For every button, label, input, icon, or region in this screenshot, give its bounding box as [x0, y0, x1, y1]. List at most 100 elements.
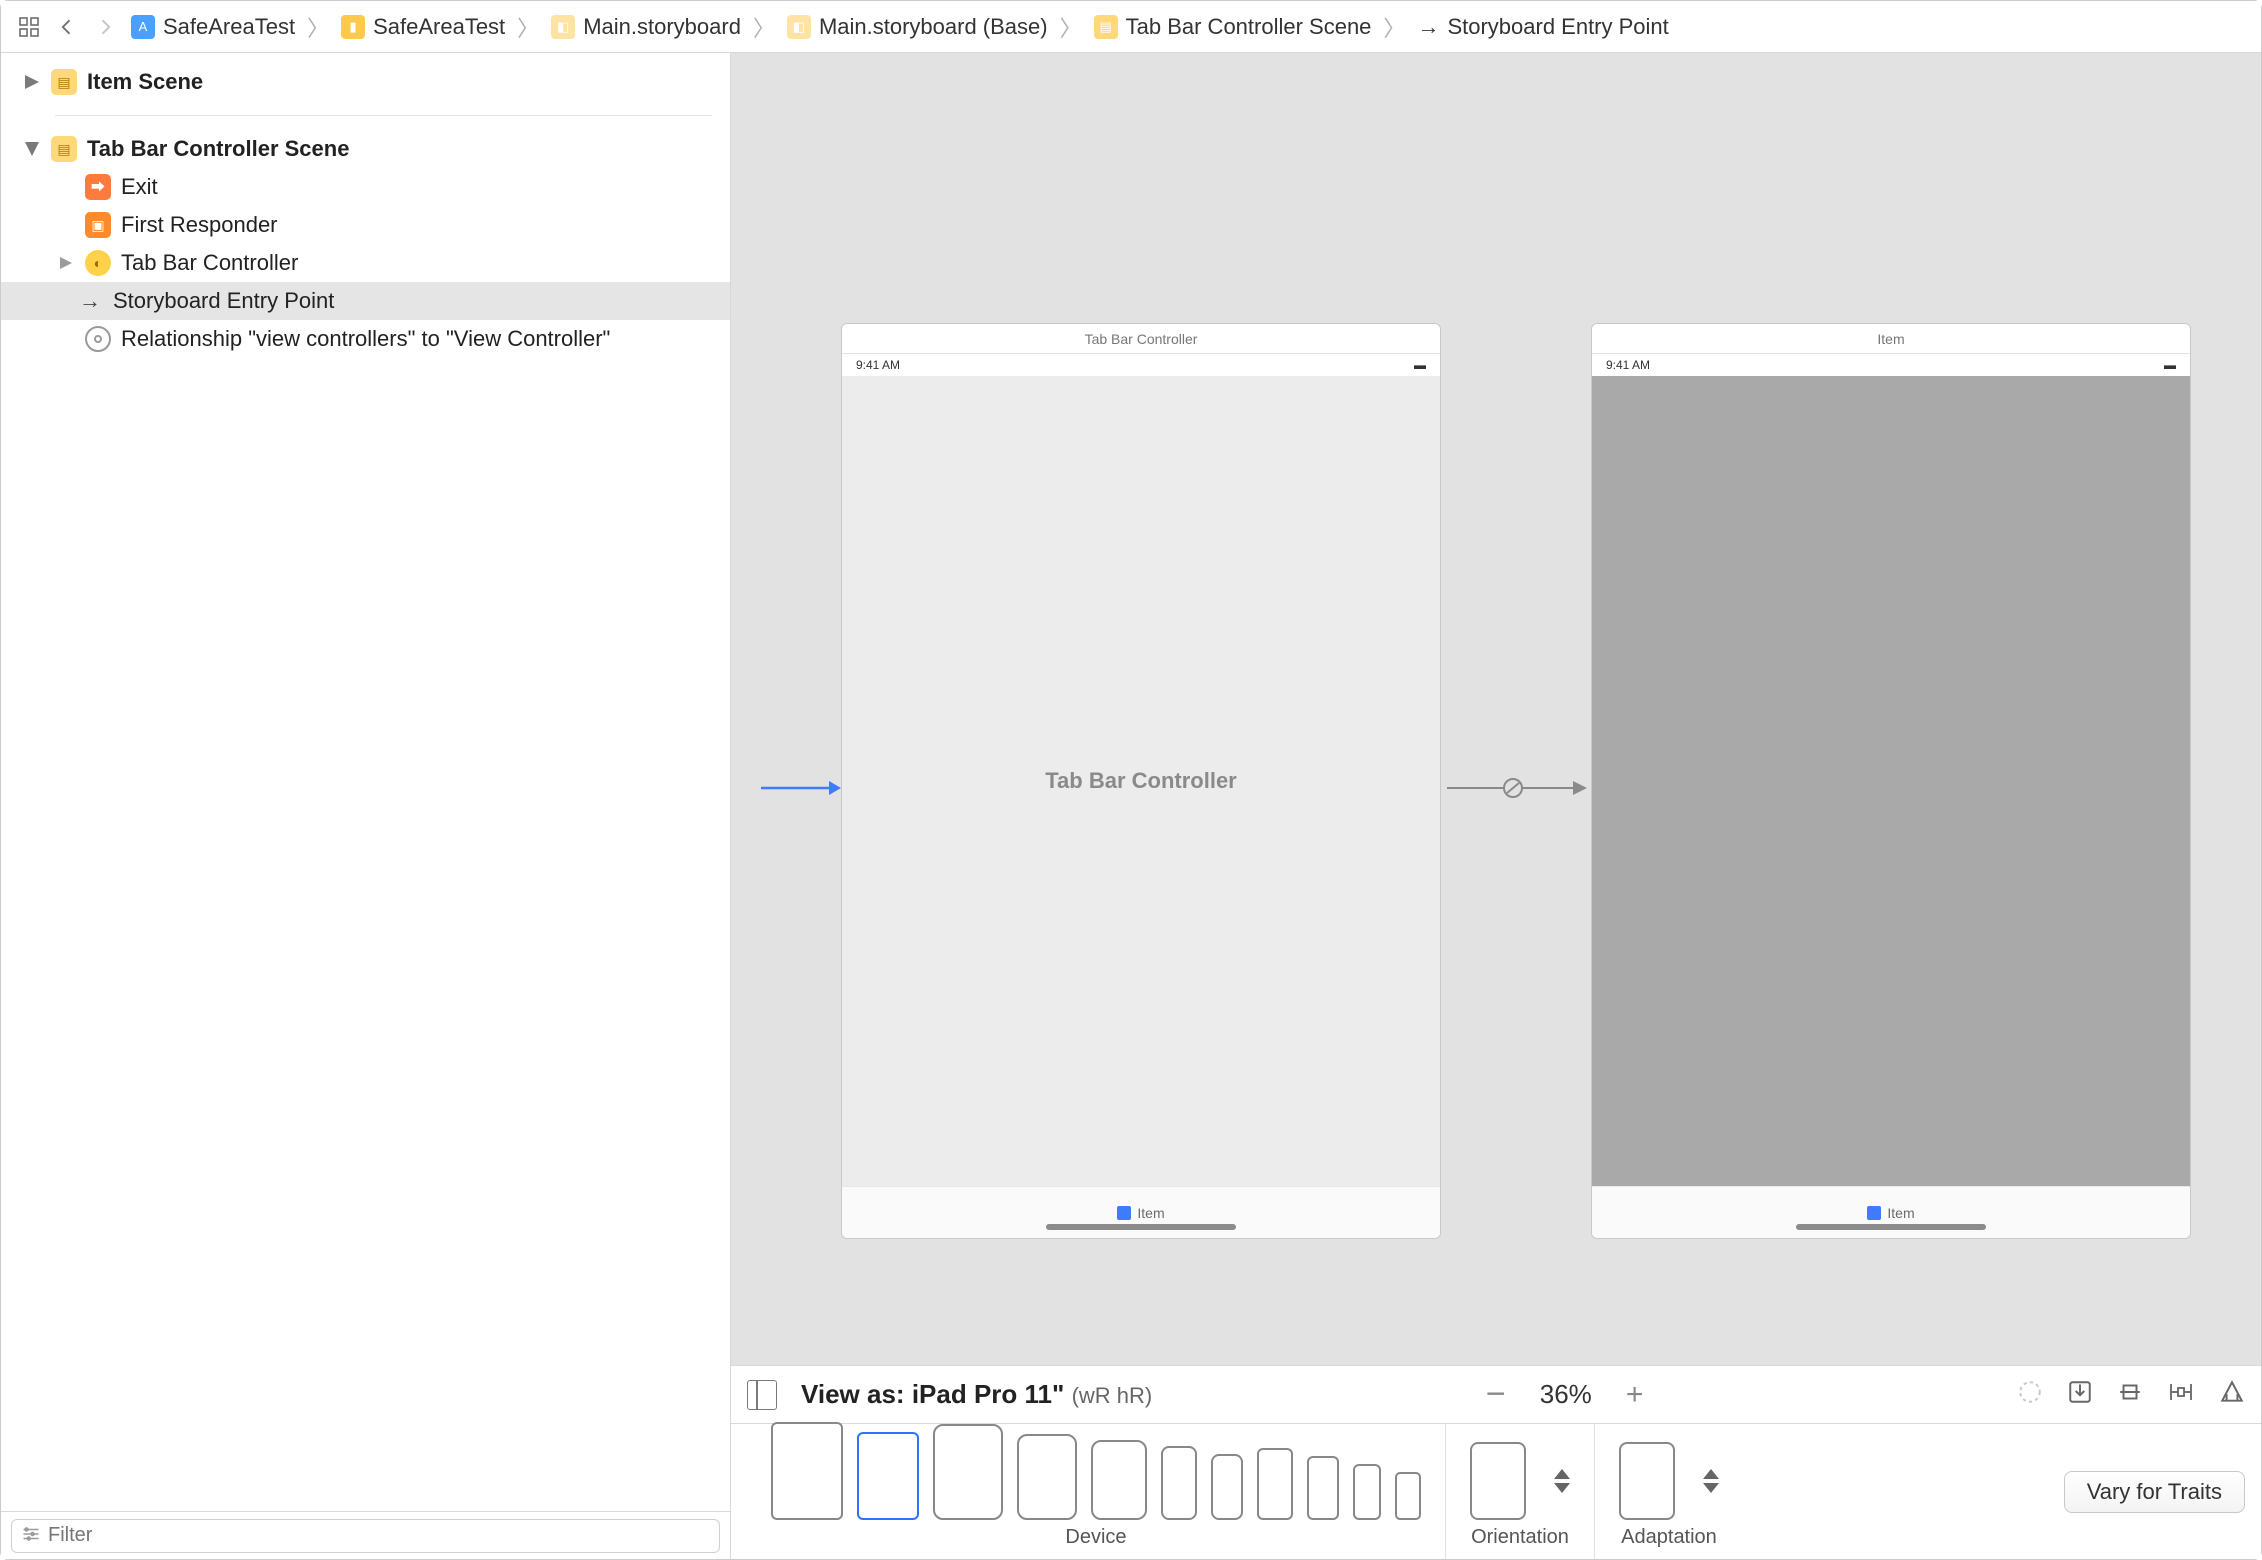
device-ipad-12[interactable]	[771, 1422, 843, 1520]
pin-icon[interactable]	[2167, 1379, 2195, 1411]
outline-label: Storyboard Entry Point	[113, 288, 334, 314]
arrow-right-icon: →	[1417, 14, 1439, 40]
refresh-views-icon[interactable]	[2017, 1379, 2043, 1411]
scene-title: Item	[1592, 324, 2190, 354]
orientation-portrait[interactable]	[1470, 1442, 1526, 1520]
device-iphone-x[interactable]	[1211, 1454, 1243, 1520]
zoom-in-button[interactable]: +	[1626, 1378, 1644, 1412]
align-icon[interactable]	[2117, 1379, 2143, 1411]
filter-input[interactable]	[48, 1524, 709, 1547]
outline-label: Tab Bar Controller Scene	[87, 136, 349, 162]
outline-label: Item Scene	[87, 69, 203, 95]
project-icon: A	[131, 15, 155, 39]
breadcrumb-scene[interactable]: ▤ Tab Bar Controller Scene	[1090, 14, 1376, 40]
first-responder-icon: ▣	[85, 212, 111, 238]
trait-bar: View as: iPad Pro 11" (wR hR) − 36% +	[731, 1365, 2261, 1423]
tab-item-label: Item	[1137, 1205, 1164, 1221]
storyboard-canvas[interactable]: Tab Bar Controller 9:41 AM ▬ Tab Bar Con…	[731, 53, 2261, 1365]
tab-bar: Item	[1592, 1186, 2190, 1238]
breadcrumb-label: SafeAreaTest	[373, 14, 505, 40]
disclosure-icon[interactable]	[23, 142, 41, 156]
tab-item[interactable]: Item	[1117, 1205, 1164, 1221]
outline-entry-point[interactable]: → Storyboard Entry Point	[1, 282, 730, 320]
canvas-tools	[2017, 1379, 2245, 1411]
resolve-issues-icon[interactable]	[2219, 1379, 2245, 1411]
tab-item-label: Item	[1887, 1205, 1914, 1221]
breadcrumb-label: Main.storyboard (Base)	[819, 14, 1048, 40]
folder-icon: ▮	[341, 15, 365, 39]
device-iphone-max[interactable]	[1161, 1446, 1197, 1520]
device-iphone-4s[interactable]	[1395, 1472, 1421, 1520]
breadcrumb-entry-point[interactable]: → Storyboard Entry Point	[1413, 14, 1672, 40]
device-group-label: Device	[1065, 1526, 1126, 1549]
scene-body: Tab Bar Controller	[842, 376, 1440, 1186]
outline-body[interactable]: ▤ Item Scene ▤ Tab Bar Controller Scene …	[1, 53, 730, 1511]
breadcrumb-folder[interactable]: ▮ SafeAreaTest	[337, 14, 509, 40]
outline-scene-item[interactable]: ▤ Item Scene	[19, 63, 712, 101]
tab-item-icon	[1117, 1206, 1131, 1220]
nav-forward-button[interactable]	[89, 11, 121, 43]
segue-arrow[interactable]	[1447, 773, 1587, 803]
nav-back-button[interactable]	[51, 11, 83, 43]
breadcrumb-storyboard[interactable]: ◧ Main.storyboard	[547, 14, 745, 40]
adaptation-full[interactable]	[1619, 1442, 1675, 1520]
chevron-right-icon: 〉	[515, 11, 541, 43]
status-bar: 9:41 AM ▬	[1592, 354, 2190, 376]
chevron-right-icon: 〉	[305, 11, 331, 43]
breadcrumb-storyboard-base[interactable]: ◧ Main.storyboard (Base)	[783, 14, 1052, 40]
status-time: 9:41 AM	[1606, 358, 1650, 372]
adaptation-group: Adaptation	[1594, 1424, 1743, 1559]
adaptation-group-label: Adaptation	[1621, 1526, 1717, 1549]
device-ipad-10[interactable]	[933, 1424, 1003, 1520]
entry-point-arrow[interactable]	[761, 773, 841, 803]
battery-icon: ▬	[1414, 358, 1426, 372]
breadcrumb-project[interactable]: A SafeAreaTest	[127, 14, 299, 40]
device-iphone-8[interactable]	[1307, 1456, 1339, 1520]
device-ipad-9[interactable]	[1017, 1434, 1077, 1520]
scene-item[interactable]: Item 9:41 AM ▬ Item	[1591, 323, 2191, 1239]
scene-title: Tab Bar Controller	[842, 324, 1440, 354]
orientation-stepper[interactable]	[1554, 1469, 1570, 1493]
zoom-level[interactable]: 36%	[1540, 1379, 1592, 1410]
body-label: Tab Bar Controller	[1045, 768, 1237, 794]
view-as-label[interactable]: View as: iPad Pro 11" (wR hR)	[801, 1379, 1152, 1410]
home-indicator	[1796, 1224, 1986, 1230]
filter-icon	[22, 1523, 40, 1549]
exit-icon: ⮕	[85, 174, 111, 200]
scene-icon: ▤	[1094, 15, 1118, 39]
chevron-right-icon: 〉	[1381, 11, 1407, 43]
filter-field[interactable]	[11, 1519, 720, 1553]
tab-bar: Item	[842, 1186, 1440, 1238]
device-ipad-11[interactable]	[857, 1432, 919, 1520]
outline-label: Exit	[121, 174, 158, 200]
disclosure-icon[interactable]	[57, 257, 75, 269]
scene-tabbar-controller[interactable]: Tab Bar Controller 9:41 AM ▬ Tab Bar Con…	[841, 323, 1441, 1239]
adaptation-stepper[interactable]	[1703, 1469, 1719, 1493]
outline-filter-bar	[1, 1511, 730, 1559]
scene-icon: ▤	[51, 136, 77, 162]
breadcrumb-label: Storyboard Entry Point	[1447, 14, 1668, 40]
device-iphone-plus[interactable]	[1257, 1448, 1293, 1520]
zoom-controls: − 36% +	[1486, 1375, 1643, 1414]
document-outline: ▤ Item Scene ▤ Tab Bar Controller Scene …	[1, 53, 731, 1559]
device-iphone-se[interactable]	[1353, 1464, 1381, 1520]
outline-exit[interactable]: ⮕ Exit	[19, 168, 712, 206]
disclosure-icon[interactable]	[23, 75, 41, 89]
tab-item[interactable]: Item	[1867, 1205, 1914, 1221]
toggle-outline-button[interactable]	[747, 1380, 777, 1410]
outline-first-responder[interactable]: ▣ First Responder	[19, 206, 712, 244]
orientation-group: Orientation	[1445, 1424, 1594, 1559]
vary-for-traits-button[interactable]: Vary for Traits	[2064, 1471, 2245, 1513]
embed-in-icon[interactable]	[2067, 1379, 2093, 1411]
breadcrumb-label: Main.storyboard	[583, 14, 741, 40]
outline-scene-tabbar[interactable]: ▤ Tab Bar Controller Scene	[19, 130, 712, 168]
zoom-out-button[interactable]: −	[1486, 1375, 1506, 1414]
device-group: Device	[747, 1424, 1445, 1559]
device-bar: Device Orientation	[731, 1423, 2261, 1559]
storyboard-icon: ◧	[787, 15, 811, 39]
outline-tabbar-controller[interactable]: ◐ Tab Bar Controller	[19, 244, 712, 282]
outline-relationship[interactable]: Relationship "view controllers" to "View…	[19, 320, 712, 358]
breadcrumb-label: Tab Bar Controller Scene	[1126, 14, 1372, 40]
related-items-icon[interactable]	[13, 11, 45, 43]
device-ipad-mini[interactable]	[1091, 1440, 1147, 1520]
